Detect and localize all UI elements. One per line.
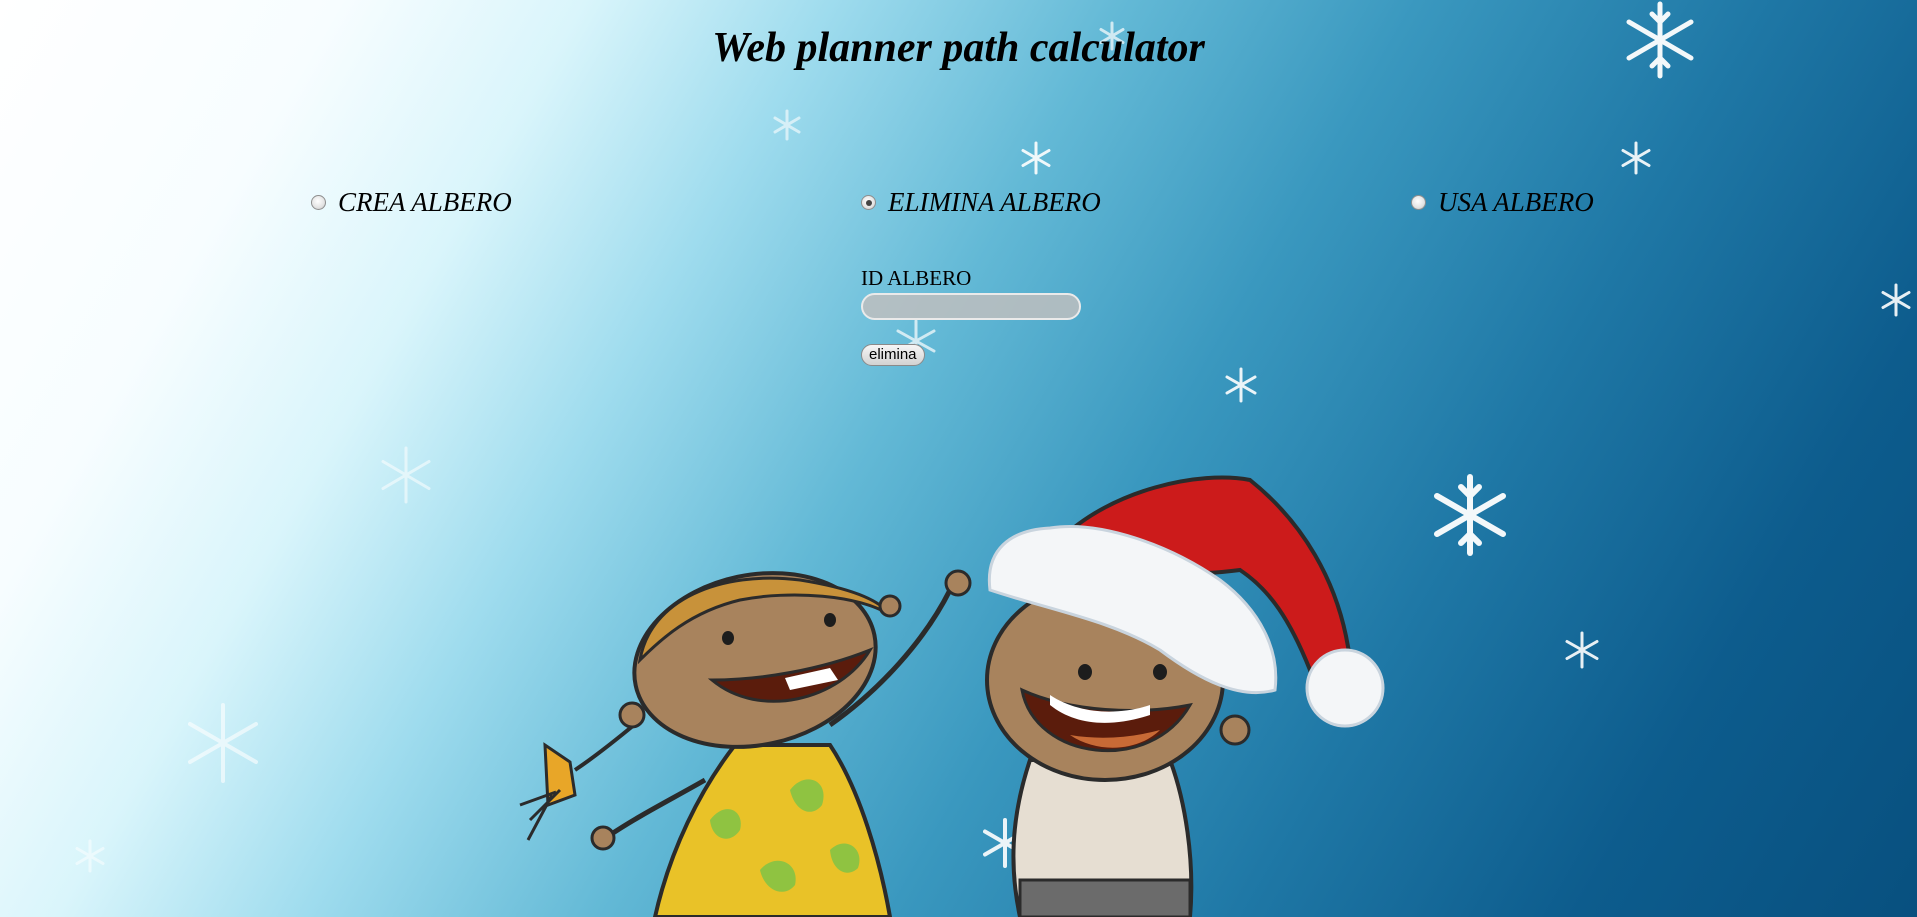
mode-option-elimina[interactable]: ELIMINA ALBERO xyxy=(861,187,1101,218)
radio-usa-albero[interactable] xyxy=(1411,195,1426,210)
radio-label-crea-albero[interactable]: CREA ALBERO xyxy=(338,187,512,218)
radio-crea-albero[interactable] xyxy=(311,195,326,210)
delete-tree-form: ID ALBERO elimina xyxy=(861,268,1081,366)
id-albero-input[interactable] xyxy=(861,293,1081,320)
elimina-button[interactable]: elimina xyxy=(861,344,925,366)
mode-option-crea[interactable]: CREA ALBERO xyxy=(311,187,512,218)
christmas-kids-illustration xyxy=(519,475,1385,917)
mode-option-usa[interactable]: USA ALBERO xyxy=(1411,187,1594,218)
radio-elimina-albero[interactable] xyxy=(861,195,876,210)
radio-label-usa-albero[interactable]: USA ALBERO xyxy=(1438,187,1594,218)
page-title: Web planner path calculator xyxy=(712,25,1205,71)
id-albero-label: ID ALBERO xyxy=(861,266,972,290)
radio-label-elimina-albero[interactable]: ELIMINA ALBERO xyxy=(888,187,1101,218)
